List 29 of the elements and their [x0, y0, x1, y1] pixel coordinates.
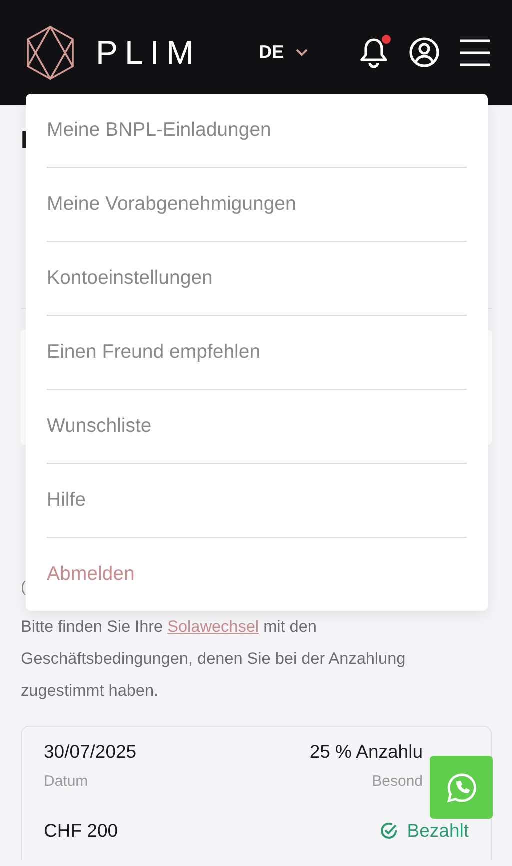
notice-text: Bitte finden Sie Ihre Solawechsel mit den Geschäftsbedingungen, denen Sie bei der Anzahlung zugestimmt haben.: [21, 617, 407, 702]
user-icon: [409, 37, 440, 68]
bell-icon: [359, 36, 389, 68]
menu-item[interactable]: Hilfe: [47, 464, 86, 537]
payment-type: 25 % Anzahlu: [310, 741, 423, 763]
body-text: (: [21, 580, 26, 595]
menu-item[interactable]: Einen Freund empfehlen: [47, 316, 261, 389]
logo-icon: [27, 26, 74, 80]
menu-item[interactable]: Meine BNPL-Einladungen: [47, 94, 272, 167]
logout-link[interactable]: Abmelden: [47, 538, 135, 611]
date-label: Datum: [44, 773, 90, 790]
type-label: Besond: [372, 773, 423, 790]
language-selector[interactable]: DE: [259, 42, 308, 63]
menu-button[interactable]: [460, 38, 490, 66]
menu-item[interactable]: Kontoeinstellungen: [47, 242, 213, 315]
document-link[interactable]: Solawechsel: [168, 618, 260, 636]
menu-item[interactable]: Meine Vorabgenehmigungen: [47, 168, 296, 241]
chat-phone-icon: [446, 772, 478, 804]
logo-text: PLIM: [96, 36, 202, 69]
chevron-down-icon: [296, 48, 308, 56]
account-button[interactable]: [409, 37, 440, 68]
payment-status: Bezahlt: [380, 820, 469, 842]
notifications-button[interactable]: [359, 36, 389, 68]
heading-text: I: [21, 129, 28, 153]
payment-date: 30/07/2025: [44, 741, 137, 763]
payment-amount: CHF 200: [44, 820, 118, 842]
check-circle-icon: [380, 822, 398, 840]
menu-icon: [460, 38, 490, 66]
menu-item[interactable]: Wunschliste: [47, 390, 152, 463]
